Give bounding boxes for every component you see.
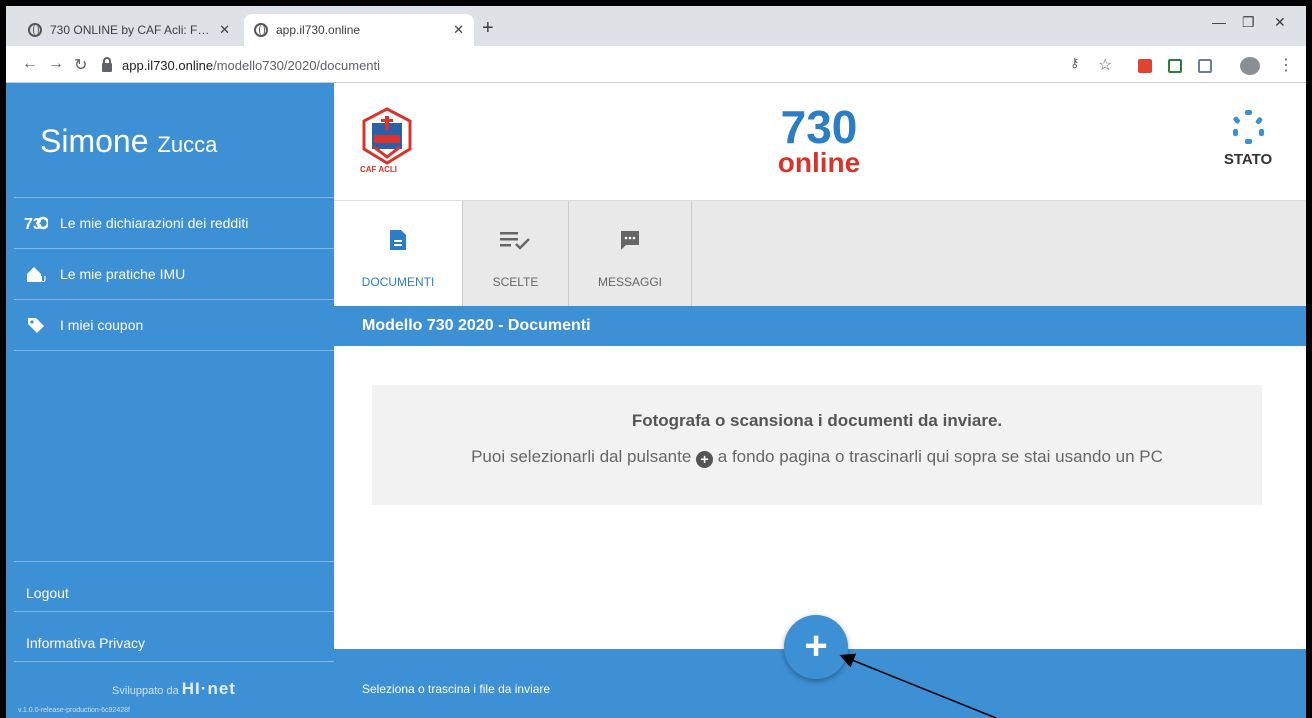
- browser-tab-bar: 730 ONLINE by CAF Acli: Facile, S ✕ app.…: [6, 6, 1306, 46]
- dropzone-hint-after: a fondo pagina o trascinarli qui sopra s…: [717, 447, 1163, 466]
- file-dropzone[interactable]: Fotografa o scansiona i documenti da inv…: [372, 385, 1262, 505]
- extension-icon[interactable]: [1198, 59, 1212, 73]
- page-title: Modello 730 2020 - Documenti: [334, 306, 1306, 346]
- lock-icon: [102, 56, 112, 72]
- sidebar-item-label: Le mie dichiarazioni dei redditi: [60, 215, 249, 231]
- menu-dots-icon[interactable]: ⋮: [1278, 55, 1294, 75]
- sidebar-item-label: I miei coupon: [60, 317, 144, 333]
- close-window-icon[interactable]: ✕: [1274, 14, 1286, 31]
- upload-hint: Seleziona o trascina i file da inviare: [362, 682, 551, 696]
- tag-icon: [24, 315, 48, 335]
- tab-documenti[interactable]: DOCUMENTI: [334, 201, 463, 306]
- plus-circle-icon: +: [696, 451, 714, 468]
- tab-label: SCELTE: [492, 275, 539, 289]
- browser-tab-app[interactable]: app.il730.online ✕: [244, 14, 474, 46]
- 730-online-logo[interactable]: 730 online: [764, 101, 874, 178]
- new-tab-button[interactable]: +: [482, 18, 494, 38]
- dropzone-hint: Puoi selezionarli dal pulsante + a fondo…: [372, 447, 1262, 468]
- developer-logo[interactable]: HI·net: [182, 679, 236, 698]
- house-icon: IU: [24, 264, 48, 284]
- globe-icon: [28, 23, 42, 37]
- checklist-icon: [499, 229, 533, 254]
- extension-icon[interactable]: [1138, 59, 1152, 73]
- close-tab-icon[interactable]: ✕: [219, 22, 230, 38]
- back-icon[interactable]: ←: [22, 55, 38, 73]
- tab-messaggi[interactable]: MESSAGGI: [569, 201, 692, 306]
- logo-word: online: [777, 147, 861, 178]
- sidebar-item-coupon[interactable]: I miei coupon: [14, 300, 334, 350]
- divider: [14, 611, 334, 612]
- user-first-name: Simone: [40, 123, 149, 159]
- divider: [14, 561, 334, 562]
- user-last-name: Zucca: [157, 132, 218, 157]
- divider: [14, 661, 334, 662]
- logo-number: 730: [780, 101, 858, 153]
- tab-label: DOCUMENTI: [361, 275, 435, 289]
- browser-tab-title: app.il730.online: [276, 23, 361, 37]
- forward-icon[interactable]: →: [48, 55, 64, 73]
- extension-icon[interactable]: [1168, 59, 1182, 73]
- star-icon[interactable]: ☆: [1098, 55, 1112, 75]
- divider: [14, 350, 334, 351]
- developed-by-label: Sviluppato da: [112, 685, 179, 697]
- globe-icon: [254, 23, 268, 37]
- logout-link[interactable]: Logout: [26, 585, 69, 601]
- user-name: Simone Zucca: [40, 123, 217, 160]
- tab-scelte[interactable]: SCELTE: [463, 201, 569, 306]
- sidebar-item-dichiarazioni[interactable]: 73 Le mie dichiarazioni dei redditi: [14, 198, 334, 248]
- address-bar[interactable]: app.il730.online/modello730/2020/documen…: [102, 52, 1272, 78]
- tab-bar: DOCUMENTI SCELTE MESSAGGI: [334, 201, 1306, 306]
- avatar[interactable]: [1240, 57, 1260, 75]
- key-icon[interactable]: ⚷: [1070, 55, 1080, 71]
- browser-toolbar: ← → ↻ app.il730.online/modello730/2020/d…: [6, 46, 1306, 83]
- url-path: /modello730/2020/documenti: [213, 57, 381, 73]
- restore-icon[interactable]: ❐: [1242, 14, 1255, 31]
- document-icon: [389, 229, 407, 254]
- minimize-icon[interactable]: —: [1212, 14, 1226, 30]
- status-spinner-icon: [1233, 110, 1264, 144]
- sidebar-item-label: Le mie pratiche IMU: [60, 266, 186, 282]
- close-tab-icon[interactable]: ✕: [453, 22, 464, 38]
- sidebar-item-imu[interactable]: IU Le mie pratiche IMU: [14, 249, 334, 299]
- tab-label: MESSAGGI: [597, 275, 662, 289]
- dropzone-instruction: Fotografa o scansiona i documenti da inv…: [631, 411, 1003, 430]
- browser-window: 730 ONLINE by CAF Acli: Facile, S ✕ app.…: [6, 6, 1306, 718]
- privacy-link[interactable]: Informativa Privacy: [26, 635, 145, 651]
- main-header: CAF ACLI 730 online STATO: [334, 83, 1306, 201]
- caf-acli-logo[interactable]: CAF ACLI: [360, 107, 414, 177]
- message-icon: [619, 229, 641, 254]
- url-host: app.il730.online: [122, 57, 214, 73]
- developer-credits: Sviluppato da HI·net: [14, 679, 334, 699]
- stato-label: STATO: [1223, 151, 1273, 168]
- browser-tab-title: 730 ONLINE by CAF Acli: Facile, S: [50, 23, 213, 37]
- stato-indicator[interactable]: STATO: [1218, 109, 1278, 169]
- main-content: Fotografa o scansiona i documenti da inv…: [334, 346, 1306, 649]
- browser-tab-caf[interactable]: 730 ONLINE by CAF Acli: Facile, S ✕: [18, 14, 240, 46]
- add-file-button[interactable]: +: [784, 615, 848, 679]
- sidebar: Simone Zucca 73 Le mie dichiarazioni dei…: [6, 83, 334, 718]
- dropzone-hint-before: Puoi selezionarli dal pulsante: [471, 447, 692, 466]
- upload-footer: Seleziona o trascina i file da inviare +: [334, 615, 1306, 718]
- svg-text:IU: IU: [38, 275, 46, 283]
- 730-icon: 73: [24, 213, 48, 233]
- caf-acli-label: CAF ACLI: [360, 165, 398, 174]
- reload-icon[interactable]: ↻: [74, 55, 87, 75]
- version-label: v.1.0.0-release-production-6c92428f: [18, 707, 130, 714]
